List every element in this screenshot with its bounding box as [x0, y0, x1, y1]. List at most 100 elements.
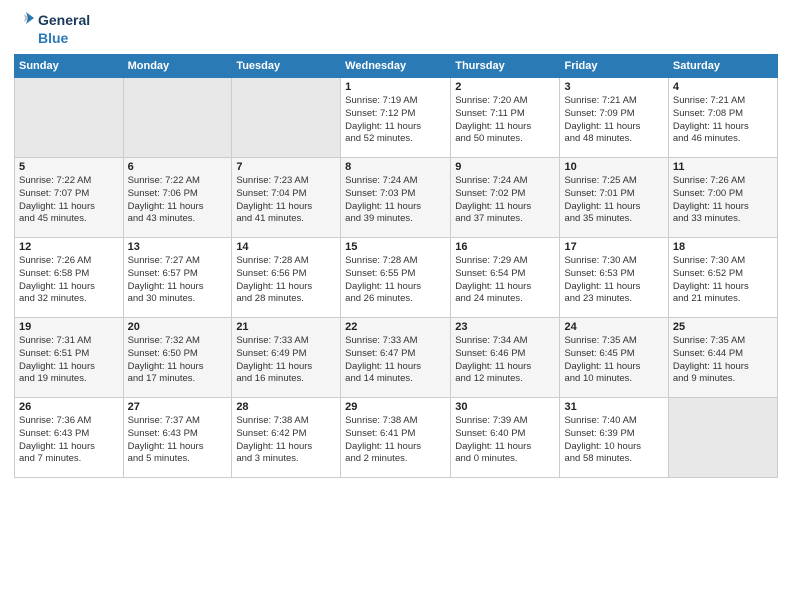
- day-number: 9: [455, 161, 555, 173]
- day-number: 5: [19, 161, 119, 173]
- day-number: 27: [128, 401, 228, 413]
- calendar-cell: 31Sunrise: 7:40 AM Sunset: 6:39 PM Dayli…: [560, 398, 668, 478]
- calendar-cell: 17 Sunrise: 7:30 AM Sunset: 6:53 PM Dayli…: [560, 238, 668, 318]
- calendar-cell: 11 Sunrise: 7:26 AM Sunset: 7:00 PM Dayli…: [668, 158, 777, 238]
- day-info: Sunrise: 7:26 AM Sunset: 6:58 PM Dayligh…: [19, 255, 119, 306]
- calendar-cell: 20Sunrise: 7:32 AM Sunset: 6:50 PM Dayli…: [123, 318, 232, 398]
- logo-general: General: [38, 12, 90, 28]
- calendar-cell: 1Sunrise: 7:19 AM Sunset: 7:12 PM Daylig…: [341, 78, 451, 158]
- calendar-cell: 5 Sunrise: 7:22 AM Sunset: 7:07 PM Daylig…: [15, 158, 124, 238]
- day-number: 29: [345, 401, 446, 413]
- day-number: 22: [345, 321, 446, 333]
- calendar-cell: 9Sunrise: 7:24 AM Sunset: 7:02 PM Daylig…: [451, 158, 560, 238]
- day-number: 30: [455, 401, 555, 413]
- day-number: 20: [128, 321, 228, 333]
- day-info: Sunrise: 7:28 AM Sunset: 6:56 PM Dayligh…: [236, 255, 336, 306]
- day-number: 6: [128, 161, 228, 173]
- weekday-header: Saturday: [668, 55, 777, 78]
- day-number: 2: [455, 81, 555, 93]
- calendar-cell: 15 Sunrise: 7:28 AM Sunset: 6:55 PM Dayli…: [341, 238, 451, 318]
- weekday-header: Thursday: [451, 55, 560, 78]
- day-info: Sunrise: 7:19 AM Sunset: 7:12 PM Dayligh…: [345, 95, 446, 146]
- day-number: 16: [455, 241, 555, 253]
- calendar-cell: 12 Sunrise: 7:26 AM Sunset: 6:58 PM Dayli…: [15, 238, 124, 318]
- day-info: Sunrise: 7:30 AM Sunset: 6:53 PM Dayligh…: [564, 255, 663, 306]
- day-info: Sunrise: 7:34 AM Sunset: 6:46 PM Dayligh…: [455, 335, 555, 386]
- day-number: 15: [345, 241, 446, 253]
- day-number: 21: [236, 321, 336, 333]
- calendar-cell: 8Sunrise: 7:24 AM Sunset: 7:03 PM Daylig…: [341, 158, 451, 238]
- calendar-cell: 10 Sunrise: 7:25 AM Sunset: 7:01 PM Dayli…: [560, 158, 668, 238]
- day-number: 10: [564, 161, 663, 173]
- calendar-cell: 30 Sunrise: 7:39 AM Sunset: 6:40 PM Dayli…: [451, 398, 560, 478]
- calendar-week-row: 26 Sunrise: 7:36 AM Sunset: 6:43 PM Dayli…: [15, 398, 778, 478]
- calendar: SundayMondayTuesdayWednesdayThursdayFrid…: [14, 54, 778, 478]
- day-info: Sunrise: 7:25 AM Sunset: 7:01 PM Dayligh…: [564, 175, 663, 226]
- weekday-header: Wednesday: [341, 55, 451, 78]
- day-number: 3: [564, 81, 663, 93]
- calendar-cell: 7Sunrise: 7:23 AM Sunset: 7:04 PM Daylig…: [232, 158, 341, 238]
- day-number: 12: [19, 241, 119, 253]
- calendar-cell: [668, 398, 777, 478]
- day-info: Sunrise: 7:38 AM Sunset: 6:42 PM Dayligh…: [236, 415, 336, 466]
- logo-bird-icon: [14, 10, 36, 30]
- calendar-cell: [123, 78, 232, 158]
- logo: General Blue: [14, 10, 90, 46]
- day-number: 17: [564, 241, 663, 253]
- calendar-cell: 25 Sunrise: 7:35 AM Sunset: 6:44 PM Dayli…: [668, 318, 777, 398]
- calendar-cell: 28 Sunrise: 7:38 AM Sunset: 6:42 PM Dayli…: [232, 398, 341, 478]
- day-number: 28: [236, 401, 336, 413]
- weekday-header: Tuesday: [232, 55, 341, 78]
- calendar-cell: [232, 78, 341, 158]
- day-number: 14: [236, 241, 336, 253]
- day-number: 26: [19, 401, 119, 413]
- day-info: Sunrise: 7:39 AM Sunset: 6:40 PM Dayligh…: [455, 415, 555, 466]
- day-info: Sunrise: 7:21 AM Sunset: 7:08 PM Dayligh…: [673, 95, 773, 146]
- calendar-week-row: 19 Sunrise: 7:31 AM Sunset: 6:51 PM Dayli…: [15, 318, 778, 398]
- day-number: 7: [236, 161, 336, 173]
- calendar-cell: 23 Sunrise: 7:34 AM Sunset: 6:46 PM Dayli…: [451, 318, 560, 398]
- calendar-cell: 29 Sunrise: 7:38 AM Sunset: 6:41 PM Dayli…: [341, 398, 451, 478]
- calendar-cell: 18 Sunrise: 7:30 AM Sunset: 6:52 PM Dayli…: [668, 238, 777, 318]
- day-number: 4: [673, 81, 773, 93]
- weekday-header: Monday: [123, 55, 232, 78]
- day-number: 24: [564, 321, 663, 333]
- day-info: Sunrise: 7:36 AM Sunset: 6:43 PM Dayligh…: [19, 415, 119, 466]
- day-info: Sunrise: 7:22 AM Sunset: 7:06 PM Dayligh…: [128, 175, 228, 226]
- calendar-cell: 24 Sunrise: 7:35 AM Sunset: 6:45 PM Dayli…: [560, 318, 668, 398]
- calendar-cell: 16Sunrise: 7:29 AM Sunset: 6:54 PM Dayli…: [451, 238, 560, 318]
- day-info: Sunrise: 7:27 AM Sunset: 6:57 PM Dayligh…: [128, 255, 228, 306]
- day-info: Sunrise: 7:33 AM Sunset: 6:47 PM Dayligh…: [345, 335, 446, 386]
- day-info: Sunrise: 7:31 AM Sunset: 6:51 PM Dayligh…: [19, 335, 119, 386]
- calendar-cell: 4 Sunrise: 7:21 AM Sunset: 7:08 PM Daylig…: [668, 78, 777, 158]
- calendar-cell: 3 Sunrise: 7:21 AM Sunset: 7:09 PM Daylig…: [560, 78, 668, 158]
- day-info: Sunrise: 7:35 AM Sunset: 6:45 PM Dayligh…: [564, 335, 663, 386]
- day-info: Sunrise: 7:26 AM Sunset: 7:00 PM Dayligh…: [673, 175, 773, 226]
- calendar-week-row: 1Sunrise: 7:19 AM Sunset: 7:12 PM Daylig…: [15, 78, 778, 158]
- day-info: Sunrise: 7:30 AM Sunset: 6:52 PM Dayligh…: [673, 255, 773, 306]
- calendar-cell: 21Sunrise: 7:33 AM Sunset: 6:49 PM Dayli…: [232, 318, 341, 398]
- calendar-cell: 2Sunrise: 7:20 AM Sunset: 7:11 PM Daylig…: [451, 78, 560, 158]
- day-number: 11: [673, 161, 773, 173]
- day-info: Sunrise: 7:28 AM Sunset: 6:55 PM Dayligh…: [345, 255, 446, 306]
- calendar-cell: 14 Sunrise: 7:28 AM Sunset: 6:56 PM Dayli…: [232, 238, 341, 318]
- day-info: Sunrise: 7:38 AM Sunset: 6:41 PM Dayligh…: [345, 415, 446, 466]
- logo-blue: Blue: [38, 30, 68, 46]
- day-info: Sunrise: 7:21 AM Sunset: 7:09 PM Dayligh…: [564, 95, 663, 146]
- day-number: 19: [19, 321, 119, 333]
- calendar-cell: 19 Sunrise: 7:31 AM Sunset: 6:51 PM Dayli…: [15, 318, 124, 398]
- day-number: 31: [564, 401, 663, 413]
- day-number: 18: [673, 241, 773, 253]
- calendar-cell: 6 Sunrise: 7:22 AM Sunset: 7:06 PM Daylig…: [123, 158, 232, 238]
- day-info: Sunrise: 7:35 AM Sunset: 6:44 PM Dayligh…: [673, 335, 773, 386]
- day-number: 23: [455, 321, 555, 333]
- calendar-cell: 27Sunrise: 7:37 AM Sunset: 6:43 PM Dayli…: [123, 398, 232, 478]
- weekday-header: Sunday: [15, 55, 124, 78]
- day-info: Sunrise: 7:22 AM Sunset: 7:07 PM Dayligh…: [19, 175, 119, 226]
- calendar-week-row: 12 Sunrise: 7:26 AM Sunset: 6:58 PM Dayli…: [15, 238, 778, 318]
- day-info: Sunrise: 7:24 AM Sunset: 7:03 PM Dayligh…: [345, 175, 446, 226]
- day-number: 25: [673, 321, 773, 333]
- calendar-cell: 26 Sunrise: 7:36 AM Sunset: 6:43 PM Dayli…: [15, 398, 124, 478]
- calendar-cell: [15, 78, 124, 158]
- calendar-cell: 13Sunrise: 7:27 AM Sunset: 6:57 PM Dayli…: [123, 238, 232, 318]
